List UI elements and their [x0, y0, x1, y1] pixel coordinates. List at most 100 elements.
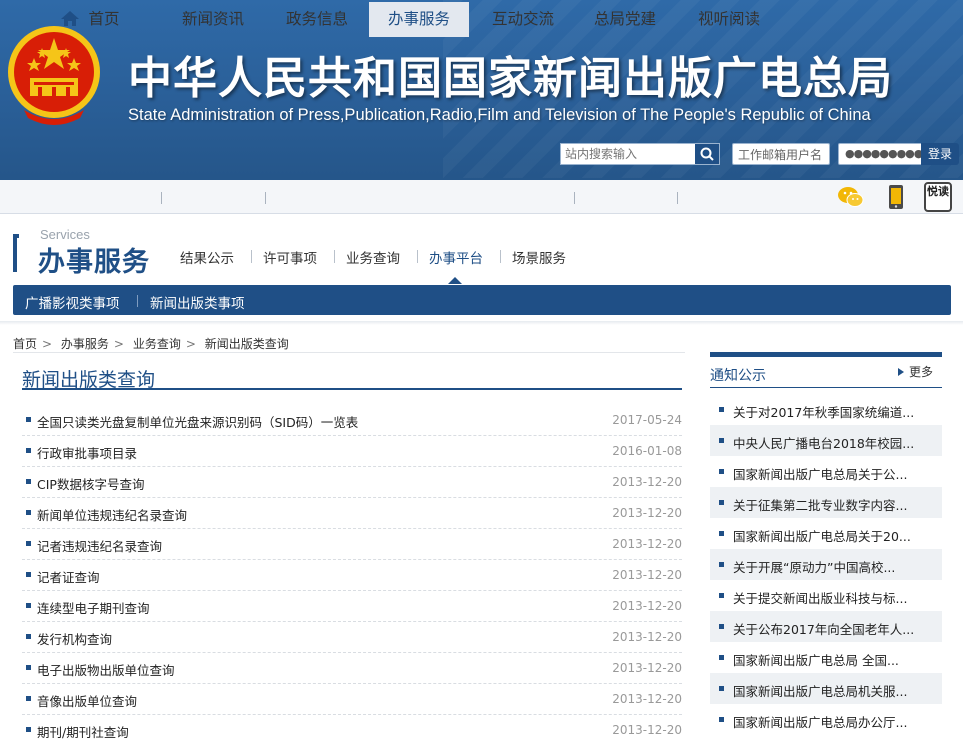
more-arrow-icon [898, 368, 904, 376]
wechat-icon[interactable] [836, 182, 866, 212]
notice-item[interactable]: 国家新闻出版广电总局关于公... [710, 456, 942, 487]
subnav-service-platform[interactable]: 办事平台 [429, 247, 483, 267]
subnav-results[interactable]: 结果公示 [180, 247, 234, 267]
list-item[interactable]: 期刊/期刊社查询 2013-12-20 [22, 715, 682, 745]
notice-item[interactable]: 关于开展“原动力”中国高校... [710, 549, 942, 580]
subnav-licensing[interactable]: 许可事项 [263, 247, 317, 267]
notice-item[interactable]: 关于公布2017年向全国老年人... [710, 611, 942, 642]
bullet-icon [719, 686, 724, 691]
bullet-icon [719, 655, 724, 660]
breadcrumb: 首页 > 办事服务 > 业务查询 > 新闻出版类查询 [13, 335, 289, 352]
notice-item[interactable]: 关于对2017年秋季国家统编道... [710, 394, 942, 425]
list-item[interactable]: 新闻单位违规违纪名录查询 2013-12-20 [22, 498, 682, 529]
notice-item-title[interactable]: 国家新闻出版广电总局关于公... [733, 464, 907, 483]
bullet-icon [719, 407, 724, 412]
notice-item[interactable]: 中央人民广播电台2018年校园... [710, 425, 942, 456]
notice-item[interactable]: 关于提交新闻出版业科技与标... [710, 580, 942, 611]
list-item-title[interactable]: 新闻单位违规违纪名录查询 [37, 505, 187, 524]
subnav-scene-services[interactable]: 场景服务 [512, 247, 566, 267]
notice-item[interactable]: 国家新闻出版广电总局 全国... [710, 642, 942, 673]
breadcrumb-current: 新闻出版类查询 [204, 337, 289, 351]
list-item-title[interactable]: 记者违规违纪名录查询 [37, 536, 162, 555]
notice-more-link[interactable]: 更多 [909, 363, 933, 380]
nav-audio-video[interactable]: 视听阅读 [684, 2, 774, 36]
bullet-icon [719, 593, 724, 598]
list-item-date: 2017-05-24 [612, 413, 682, 427]
notice-item-title[interactable]: 关于提交新闻出版业科技与标... [733, 588, 907, 607]
list-item[interactable]: 连续型电子期刊查询 2013-12-20 [22, 591, 682, 622]
list-item-title[interactable]: 行政审批事项目录 [37, 443, 137, 462]
bullet-icon [26, 727, 31, 732]
list-item-date: 2016-01-08 [612, 444, 682, 458]
breadcrumb-sep: > [42, 337, 53, 351]
nav-interaction[interactable]: 互动交流 [478, 2, 568, 36]
notice-item-title[interactable]: 中央人民广播电台2018年校园... [733, 433, 914, 452]
list-item-title[interactable]: CIP数据核字号查询 [37, 474, 144, 493]
list-item[interactable]: 音像出版单位查询 2013-12-20 [22, 684, 682, 715]
breadcrumb-home[interactable]: 首页 [13, 337, 37, 351]
subnav-divider [500, 250, 501, 263]
notice-item-title[interactable]: 关于对2017年秋季国家统编道... [733, 402, 914, 421]
list-item[interactable]: 发行机构查询 2013-12-20 [22, 622, 682, 653]
site-search [560, 143, 720, 165]
nav-news[interactable]: 新闻资讯 [168, 2, 258, 36]
reader-icon[interactable]: 悦读 [924, 182, 952, 212]
breadcrumb-sep: > [113, 337, 124, 351]
list-item-title[interactable]: 电子出版物出版单位查询 [37, 660, 175, 679]
login-button[interactable]: 登录 [921, 143, 959, 165]
bullet-icon [26, 510, 31, 515]
list-item-title[interactable]: 连续型电子期刊查询 [37, 598, 150, 617]
breadcrumb-services[interactable]: 办事服务 [61, 337, 109, 351]
notice-item[interactable]: 关于征集第二批专业数字内容... [710, 487, 942, 518]
notice-item-title[interactable]: 国家新闻出版广电总局机关服... [733, 681, 907, 700]
mail-password-field[interactable]: ●●●●●●●●● [838, 143, 923, 165]
nav-divider [574, 192, 575, 204]
list-item[interactable]: 电子出版物出版单位查询 2013-12-20 [22, 653, 682, 684]
subnav-business-query[interactable]: 业务查询 [346, 247, 400, 267]
list-item-title[interactable]: 期刊/期刊社查询 [37, 722, 129, 741]
notice-item-title[interactable]: 关于征集第二批专业数字内容... [733, 495, 907, 514]
list-item[interactable]: 记者违规违纪名录查询 2013-12-20 [22, 529, 682, 560]
notice-item[interactable]: 国家新闻出版广电总局办公厅... [710, 704, 942, 735]
notice-item[interactable]: 国家新闻出版广电总局关于20... [710, 518, 942, 549]
notice-item-title[interactable]: 国家新闻出版广电总局办公厅... [733, 712, 907, 731]
nav-home-label: 首页 [88, 10, 120, 28]
section-title: 办事服务 [38, 247, 150, 278]
category-press[interactable]: 新闻出版类事项 [150, 292, 245, 312]
notice-item-title[interactable]: 国家新闻出版广电总局关于20... [733, 526, 911, 545]
section-bracket [13, 234, 19, 272]
notice-item-title[interactable]: 关于公布2017年向全国老年人... [733, 619, 914, 638]
bullet-icon [26, 665, 31, 670]
breadcrumb-sep: > [185, 337, 196, 351]
breadcrumb-business-query[interactable]: 业务查询 [133, 337, 181, 351]
mail-username-field[interactable]: 工作邮箱用户名 [732, 143, 830, 165]
nav-party-building[interactable]: 总局党建 [580, 2, 670, 36]
search-button[interactable] [695, 144, 719, 164]
notice-item-title[interactable]: 关于开展“原动力”中国高校... [733, 557, 895, 576]
list-item-date: 2013-12-20 [612, 537, 682, 551]
search-input[interactable] [561, 144, 695, 164]
list-item[interactable]: CIP数据核字号查询 2013-12-20 [22, 467, 682, 498]
list-item[interactable]: 记者证查询 2013-12-20 [22, 560, 682, 591]
query-list: 全国只读类光盘复制单位光盘来源识别码（SID码）一览表 2017-05-24 行政… [22, 405, 682, 745]
page-title-underline [22, 388, 682, 390]
nav-home[interactable]: 首页 [30, 2, 150, 36]
list-item-date: 2013-12-20 [612, 630, 682, 644]
mobile-icon[interactable] [884, 182, 908, 212]
bullet-icon [26, 479, 31, 484]
bullet-icon [26, 541, 31, 546]
list-item-title[interactable]: 记者证查询 [37, 567, 100, 586]
list-item-title[interactable]: 发行机构查询 [37, 629, 112, 648]
notice-item[interactable]: 国家新闻出版广电总局机关服... [710, 673, 942, 704]
nav-government-info[interactable]: 政务信息 [272, 2, 362, 36]
site-subtitle: State Administration of Press,Publicatio… [128, 106, 871, 124]
list-item[interactable]: 全国只读类光盘复制单位光盘来源识别码（SID码）一览表 2017-05-24 [22, 405, 682, 436]
category-broadcast[interactable]: 广播影视类事项 [25, 292, 120, 312]
notice-item-title[interactable]: 国家新闻出版广电总局 全国... [733, 650, 899, 669]
bullet-icon [26, 603, 31, 608]
list-item[interactable]: 行政审批事项目录 2016-01-08 [22, 436, 682, 467]
list-item-title[interactable]: 音像出版单位查询 [37, 691, 137, 710]
notice-list: 关于对2017年秋季国家统编道... 中央人民广播电台2018年校园... 国家… [710, 394, 942, 735]
list-item-title[interactable]: 全国只读类光盘复制单位光盘来源识别码（SID码）一览表 [37, 412, 358, 431]
nav-services[interactable]: 办事服务 [369, 2, 469, 37]
